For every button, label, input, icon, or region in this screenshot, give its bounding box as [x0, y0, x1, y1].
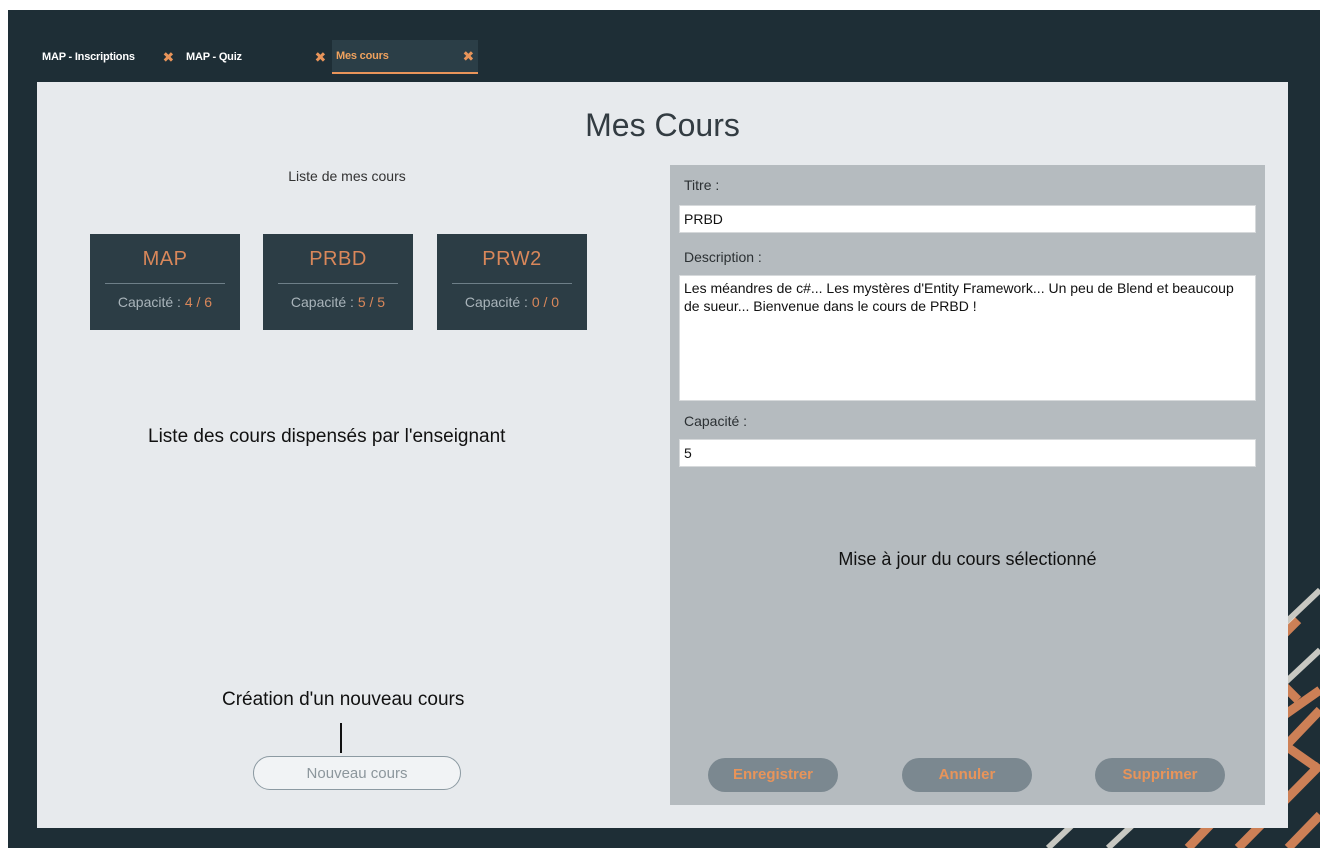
card-divider: [278, 283, 398, 284]
tab-map-quiz[interactable]: MAP - Quiz ✖: [182, 40, 330, 74]
course-list-annotation: Liste des cours dispensés par l'enseigna…: [148, 426, 506, 447]
tab-label: Mes cours: [336, 50, 389, 62]
tab-label: MAP - Inscriptions: [42, 51, 135, 63]
close-icon[interactable]: ✖: [162, 50, 174, 64]
course-card-prw2[interactable]: PRW2 Capacité : 0 / 0: [437, 234, 587, 330]
course-capacity: Capacité : 0 / 0: [465, 294, 559, 310]
course-capacity: Capacité : 4 / 6: [118, 294, 212, 310]
main-panel: Mes Cours Liste de mes cours MAP Capacit…: [37, 82, 1288, 828]
course-edit-panel: Titre : Description : Les méandres de c#…: [670, 165, 1265, 805]
close-icon[interactable]: ✖: [462, 49, 474, 63]
tab-label: MAP - Quiz: [186, 51, 242, 63]
cancel-button[interactable]: Annuler: [902, 758, 1032, 792]
page-title: Mes Cours: [585, 107, 740, 143]
new-course-annotation: Création d'un nouveau cours: [222, 689, 465, 710]
close-icon[interactable]: ✖: [314, 50, 326, 64]
tab-map-inscriptions[interactable]: MAP - Inscriptions ✖: [38, 40, 178, 74]
capacity-label: Capacité :: [290, 294, 358, 310]
capacity-label: Capacité :: [117, 294, 185, 310]
save-button[interactable]: Enregistrer: [708, 758, 838, 792]
course-title: PRBD: [309, 248, 367, 270]
delete-button[interactable]: Supprimer: [1095, 758, 1225, 792]
card-divider: [105, 283, 225, 284]
title-label: Titre :: [684, 177, 720, 193]
tab-mes-cours[interactable]: Mes cours ✖: [332, 40, 478, 74]
course-capacity: Capacité : 5 / 5: [291, 294, 385, 310]
annotation-pointer-line: [340, 723, 342, 753]
capacity-value: 4 / 6: [184, 294, 213, 310]
description-input[interactable]: Les méandres de c#... Les mystères d'Ent…: [679, 275, 1256, 401]
title-input[interactable]: [679, 205, 1256, 233]
course-title: PRW2: [482, 248, 542, 270]
capacity-value: 5 / 5: [357, 294, 386, 310]
capacity-value: 0 / 0: [531, 294, 560, 310]
new-course-button[interactable]: Nouveau cours: [253, 756, 461, 790]
course-list-heading: Liste de mes cours: [288, 168, 406, 184]
card-divider: [452, 283, 572, 284]
course-card-prbd[interactable]: PRBD Capacité : 5 / 5: [263, 234, 413, 330]
capacity-label: Capacité :: [464, 294, 532, 310]
capacity-label: Capacité :: [684, 413, 748, 429]
capacity-input[interactable]: [679, 439, 1256, 467]
app-frame: MAP - Inscriptions ✖ MAP - Quiz ✖ Mes co…: [0, 0, 1320, 858]
course-card-map[interactable]: MAP Capacité : 4 / 6: [90, 234, 240, 330]
course-title: MAP: [142, 248, 188, 270]
update-annotation: Mise à jour du cours sélectionné: [838, 549, 1097, 569]
description-label: Description :: [684, 249, 762, 265]
